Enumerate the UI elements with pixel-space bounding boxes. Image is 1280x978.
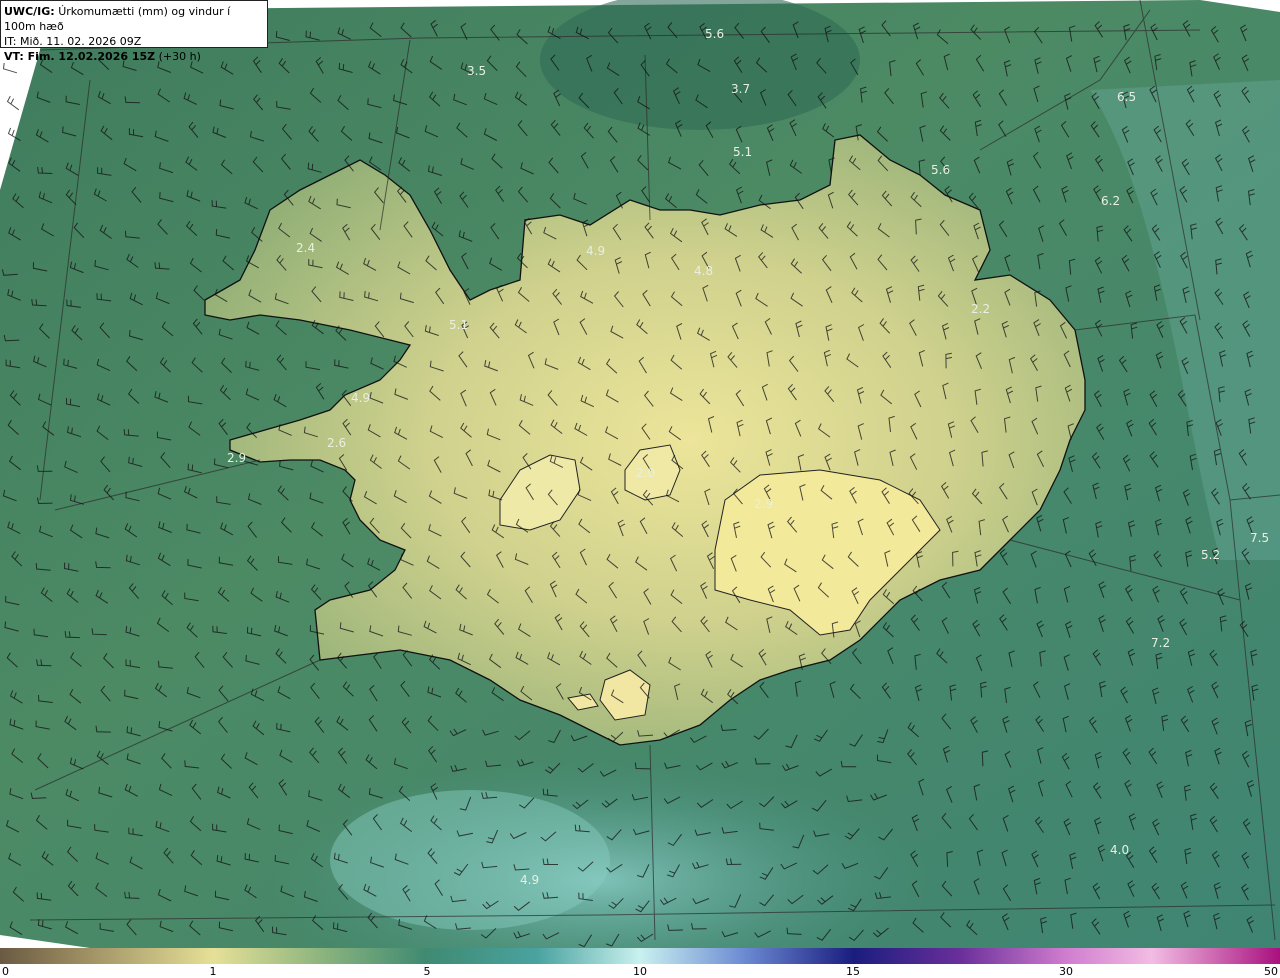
it-label: IT: <box>4 35 17 48</box>
value-label: 5.1 <box>449 318 468 332</box>
value-label: 4.9 <box>586 244 605 258</box>
value-label: 3.5 <box>467 64 486 78</box>
title-line: UWC/IG: Úrkomumætti (mm) og vindur í 100… <box>4 4 264 34</box>
value-label: 2.6 <box>327 436 346 450</box>
value-label: 2.2 <box>971 302 990 316</box>
colorbar-tick: 50 <box>1264 965 1278 978</box>
value-label: 4.9 <box>520 873 539 887</box>
value-label: 4.0 <box>1110 843 1129 857</box>
colorbar-tick: 0 <box>2 965 9 978</box>
value-label: 2.9 <box>227 451 246 465</box>
colorbar-tick: 5 <box>423 965 431 978</box>
vt-label: VT: <box>4 50 24 63</box>
lead-time: (+30 h) <box>158 50 201 63</box>
value-label: 4.9 <box>351 391 370 405</box>
valid-time-line: VT: Fim. 12.02.2026 15Z (+30 h) <box>4 49 264 64</box>
value-label: 5.2 <box>1201 548 1220 562</box>
issue-time-line: IT: Mið. 11. 02. 2026 09Z <box>4 34 264 49</box>
value-label: 2.9 <box>754 497 773 511</box>
value-label: 6.2 <box>1101 194 1120 208</box>
colorbar-tick: 15 <box>846 965 860 978</box>
precipitation-colorbar <box>0 948 1280 964</box>
colorbar-tick: 1 <box>209 965 217 978</box>
colorbar-tick: 10 <box>633 965 647 978</box>
valid-time: Fim. 12.02.2026 15Z <box>27 50 156 63</box>
value-label: 5.6 <box>931 163 950 177</box>
value-label: 5.6 <box>705 27 724 41</box>
value-label: 2.0 <box>636 466 655 480</box>
forecast-map: 5.6 3.5 3.7 6.5 5.1 5.6 6.2 2.4 4.9 4.8 … <box>0 0 1280 948</box>
value-label: 6.5 <box>1117 90 1136 104</box>
issue-time: Mið. 11. 02. 2026 09Z <box>19 35 142 48</box>
map-title-box: UWC/IG: Úrkomumætti (mm) og vindur í 100… <box>0 0 268 63</box>
product-code: UWC/IG: <box>4 5 55 18</box>
value-label: 7.5 <box>1250 531 1269 545</box>
value-label: 5.1 <box>733 145 752 159</box>
value-label: 4.8 <box>694 264 713 278</box>
value-label: 7.2 <box>1151 636 1170 650</box>
value-label: 2.4 <box>296 241 315 255</box>
value-label: 3.7 <box>731 82 750 96</box>
colorbar-tick: 30 <box>1059 965 1073 978</box>
